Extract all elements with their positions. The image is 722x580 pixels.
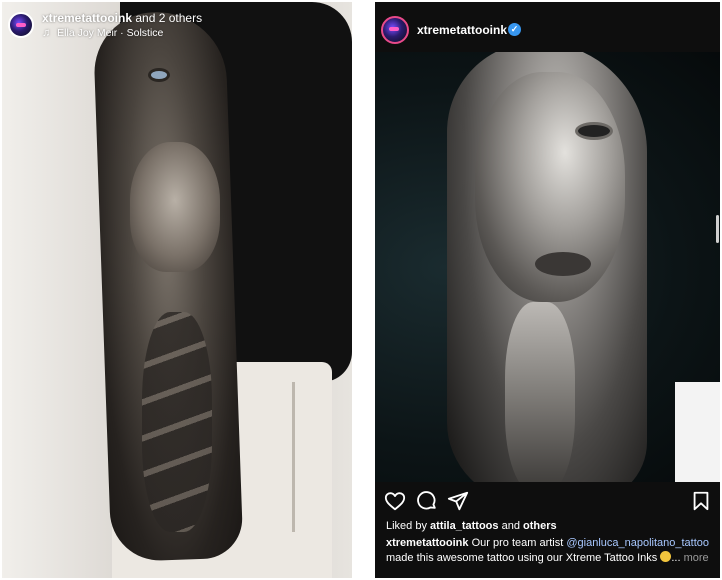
story-username[interactable]: xtremetattooink <box>42 11 132 25</box>
pants-drawstring <box>292 382 295 532</box>
caption-more-link[interactable]: more <box>684 552 709 564</box>
grinning-face-icon <box>660 550 672 562</box>
post-header: xtremetattooink ✓ <box>375 2 720 52</box>
caption-mention[interactable]: @gianluca_napolitano_tattoo <box>566 537 709 549</box>
portrait-eye <box>575 122 613 140</box>
post-action-bar <box>375 482 720 522</box>
post-panel: xtremetattooink ✓ Liked by attila_tattoo… <box>375 2 720 578</box>
heart-icon[interactable] <box>384 490 406 512</box>
story-music-line[interactable]: ♫ Ella Joy Meir · Solstice <box>42 27 163 39</box>
verified-badge-icon: ✓ <box>508 23 521 36</box>
caption-text-1: Our pro team artist <box>471 537 564 549</box>
likes-line[interactable]: Liked by attila_tattoos and others <box>386 520 557 532</box>
caption-ellipsis: ... <box>671 551 681 564</box>
likes-middle: and <box>501 520 520 532</box>
post-caption: xtremetattooink Our pro team artist @gia… <box>386 536 716 565</box>
profile-avatar[interactable] <box>381 16 409 44</box>
scrollbar-thumb[interactable] <box>716 215 719 243</box>
leaf-tattoo <box>142 312 212 532</box>
story-panel: xtremetattooink and 2 others ♫ Ella Joy … <box>2 2 352 578</box>
portrait-lips <box>535 252 591 276</box>
story-music-text[interactable]: Ella Joy Meir · Solstice <box>57 27 163 39</box>
hand-tattoo <box>505 302 575 482</box>
bookmark-icon[interactable] <box>690 490 712 512</box>
post-photo[interactable] <box>375 52 720 482</box>
portrait-tattoo <box>130 142 220 272</box>
share-icon[interactable] <box>447 490 469 512</box>
profile-avatar[interactable] <box>8 12 34 38</box>
comment-icon[interactable] <box>416 490 438 512</box>
likes-others[interactable]: others <box>523 520 557 532</box>
caption-username[interactable]: xtremetattooink <box>386 537 469 549</box>
story-account-line[interactable]: xtremetattooink and 2 others <box>42 11 202 25</box>
caption-text-2: made this awesome tattoo using our Xtrem… <box>386 551 658 564</box>
story-collab-text[interactable]: and 2 others <box>135 11 202 25</box>
likes-user[interactable]: attila_tattoos <box>430 520 498 532</box>
likes-prefix: Liked by <box>386 520 427 532</box>
post-username[interactable]: xtremetattooink <box>417 23 507 37</box>
eagle-eye-tattoo <box>148 68 170 82</box>
music-note-icon: ♫ <box>42 27 51 39</box>
white-shirt <box>675 382 720 482</box>
story-header: xtremetattooink and 2 others ♫ Ella Joy … <box>2 2 352 46</box>
